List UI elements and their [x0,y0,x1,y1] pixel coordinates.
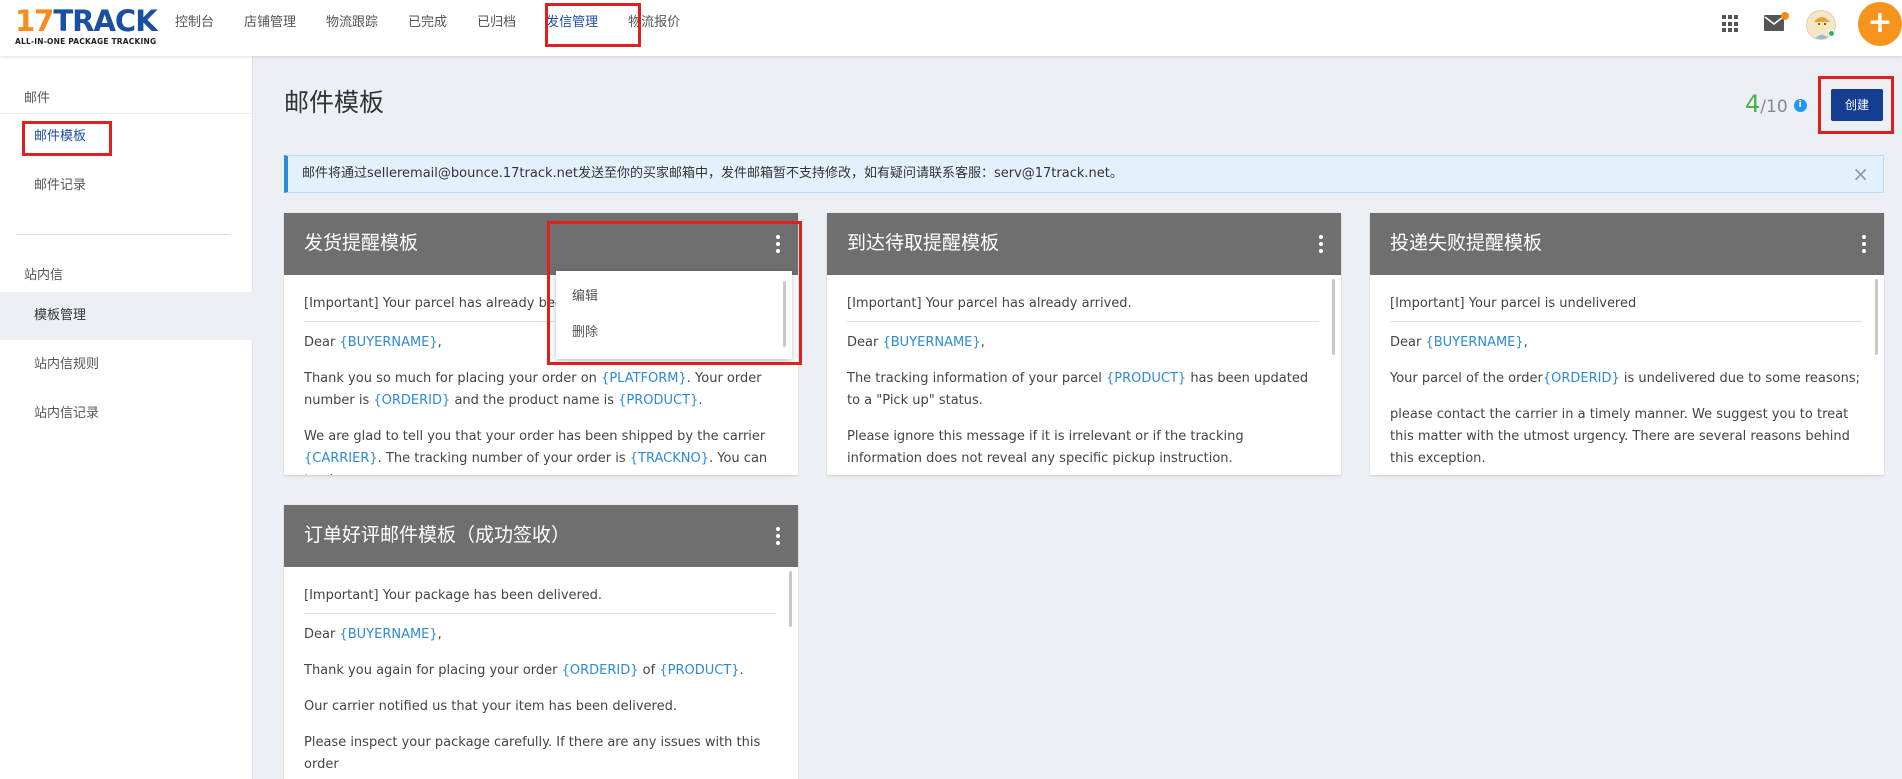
card-action-menu: 编辑 删除 [556,271,792,359]
nav-completed[interactable]: 已完成 [393,0,462,56]
card-subject: [Important] Your package has been delive… [304,585,776,614]
notice-text: 邮件将通过selleremail@bounce.17track.net发送至你的… [302,166,1123,181]
nav-logistics-quote[interactable]: 物流报价 [613,0,695,56]
more-menu-icon[interactable] [776,527,780,545]
menu-item-edit[interactable]: 编辑 [556,279,792,315]
template-card-review[interactable]: 订单好评邮件模板（成功签收） [Important] Your package … [284,505,798,779]
close-icon[interactable]: × [1852,156,1869,192]
quota-total: /10 [1760,97,1788,117]
more-menu-icon[interactable] [776,235,780,253]
sidebar: 邮件 邮件模板 邮件记录 站内信 模板管理 站内信规则 站内信记录 [0,56,253,779]
sidebar-item-site-rules[interactable]: 站内信规则 [0,341,253,389]
create-button[interactable]: 创建 [1831,89,1883,121]
main-nav: 控制台 店铺管理 物流跟踪 已完成 已归档 发信管理 物流报价 [160,0,695,56]
card-subject: [Important] Your parcel is undelivered [1390,293,1862,322]
quota-counter: 4/10 i [1745,90,1807,118]
sidebar-item-site-record[interactable]: 站内信记录 [0,390,253,438]
notice-banner: 邮件将通过selleremail@bounce.17track.net发送至你的… [284,155,1884,193]
card-title: 投递失败提醒模板 [1390,232,1543,254]
info-icon[interactable]: i [1793,98,1807,112]
divider [16,234,230,235]
card-body: [Important] Your parcel is undelivered D… [1370,275,1884,475]
page-title: 邮件模板 [284,88,385,117]
nav-archived[interactable]: 已归档 [462,0,531,56]
online-status-dot [1828,30,1835,37]
notification-dot [1781,12,1789,20]
menu-item-delete[interactable]: 删除 [556,315,792,351]
nav-store-management[interactable]: 店铺管理 [229,0,311,56]
logo-17: 17 [15,4,54,38]
quota-used: 4 [1745,90,1761,118]
apps-grid-icon[interactable] [1722,15,1740,33]
sidebar-section-mail: 邮件 [24,91,51,106]
logo[interactable]: 17TRACK ALL-IN-ONE PACKAGE TRACKING [15,4,158,50]
sidebar-item-mail-template[interactable]: 邮件模板 [0,113,253,161]
card-body: [Important] Your parcel has already arri… [827,275,1341,475]
nav-dashboard[interactable]: 控制台 [160,0,229,56]
nav-mail-management[interactable]: 发信管理 [531,0,613,56]
scrollbar[interactable] [789,571,792,627]
scrollbar[interactable] [783,281,786,347]
logo-track: TRACK [53,4,157,38]
card-body: [Important] Your package has been delive… [284,567,798,779]
scrollbar[interactable] [1875,279,1878,355]
sidebar-item-template-management[interactable]: 模板管理 [0,292,253,340]
card-subject: [Important] Your parcel has already arri… [847,293,1319,322]
more-menu-icon[interactable] [1862,235,1866,253]
logo-tagline: ALL-IN-ONE PACKAGE TRACKING [15,37,157,46]
card-title: 到达待取提醒模板 [847,232,1000,254]
scrollbar[interactable] [1332,279,1335,355]
top-bar: 17TRACK ALL-IN-ONE PACKAGE TRACKING 控制台 … [0,0,1902,56]
add-button[interactable]: + [1858,2,1902,46]
template-card-undelivered[interactable]: 投递失败提醒模板 [Important] Your parcel is unde… [1370,213,1884,475]
template-card-pickup[interactable]: 到达待取提醒模板 [Important] Your parcel has alr… [827,213,1341,475]
card-title: 订单好评邮件模板（成功签收） [304,524,571,546]
sidebar-item-mail-record[interactable]: 邮件记录 [0,162,253,210]
more-menu-icon[interactable] [1319,235,1323,253]
nav-logistics-tracking[interactable]: 物流跟踪 [311,0,393,56]
sidebar-section-site: 站内信 [24,268,64,283]
card-title: 发货提醒模板 [304,232,419,254]
